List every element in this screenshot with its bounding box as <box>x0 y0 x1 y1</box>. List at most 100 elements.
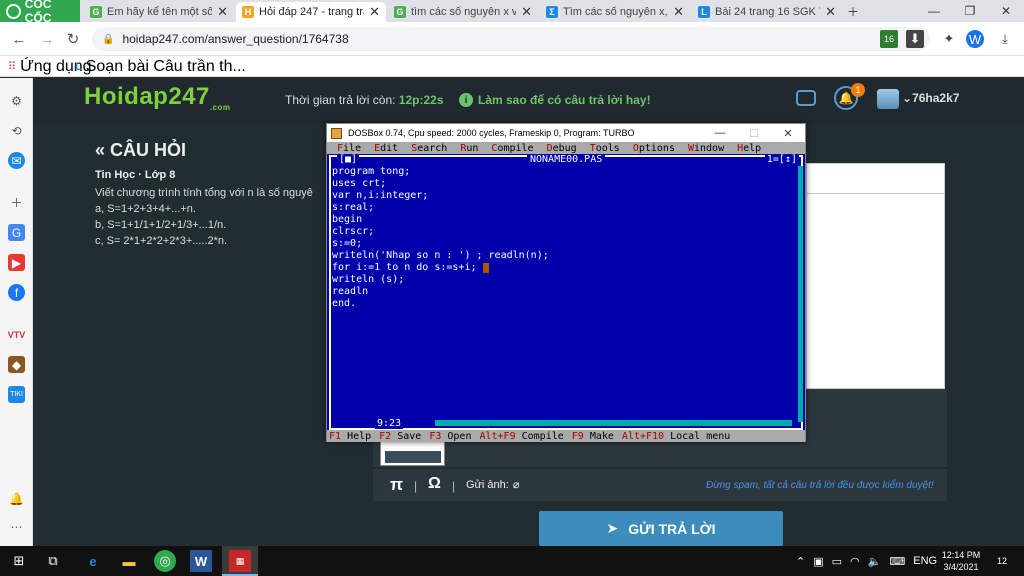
answer-editor-area[interactable] <box>806 163 945 389</box>
status-compile[interactable]: Alt+F9 Compile <box>479 431 563 442</box>
vertical-scrollbar[interactable] <box>798 166 803 422</box>
apps-grid-icon: ⠿ <box>8 61 17 73</box>
keyboard-icon[interactable]: ⌨ <box>889 555 905 568</box>
url-text: hoidap247.com/answer_question/1764738 <box>122 32 349 46</box>
tab-close-icon[interactable]: ✕ <box>521 4 532 20</box>
menu-debug[interactable]: Debug <box>547 143 577 154</box>
menu-run[interactable]: Run <box>460 143 478 154</box>
status-save[interactable]: F2 Save <box>379 431 421 442</box>
new-tab-icon[interactable]: ＋ <box>842 0 864 22</box>
wifi-icon[interactable]: ◠ <box>850 555 860 568</box>
menu-edit[interactable]: Edit <box>374 143 398 154</box>
facebook-icon[interactable]: f <box>8 284 25 301</box>
menu-label: ptions <box>638 142 675 154</box>
status-local-menu[interactable]: Alt+F10 Local menu <box>622 431 730 442</box>
vtv-icon[interactable]: VTV <box>8 326 26 343</box>
dosbox-minimize-icon[interactable]: — <box>705 124 735 142</box>
tab-close-icon[interactable]: ✕ <box>369 4 380 20</box>
editor-window-number[interactable]: 1=[↕] <box>764 154 799 165</box>
notification-bell-icon[interactable]: 🔔 <box>8 490 25 507</box>
menu-help[interactable]: Help <box>737 143 761 154</box>
question-heading[interactable]: « CÂU HỎI <box>95 140 186 161</box>
youtube-icon[interactable]: ▶ <box>8 254 25 271</box>
file-explorer-icon[interactable]: ▬ <box>118 550 140 572</box>
chevron-up-icon[interactable]: ⌃ <box>796 555 805 568</box>
action-center-count: 12 <box>996 556 1007 566</box>
question-subject: Tin Học · Lớp 8 <box>95 169 176 181</box>
username-menu[interactable]: ⌄76ha2k7 <box>902 91 959 105</box>
language-indicator[interactable]: ENG <box>913 555 937 567</box>
status-help[interactable]: F1 Help <box>329 431 371 442</box>
coccoc-menu-button[interactable]: CỐC CỐC <box>0 0 80 25</box>
site-logo[interactable]: Hoidap247.com <box>84 83 231 112</box>
tray-app-icon[interactable]: ▣ <box>813 555 823 568</box>
volume-icon[interactable]: 🔈 <box>868 555 882 568</box>
forward-icon[interactable]: → <box>36 28 58 50</box>
edge-icon[interactable]: e <box>82 550 104 572</box>
special-char-omega-button[interactable]: Ω <box>428 475 441 493</box>
menu-tools[interactable]: Tools <box>590 143 620 154</box>
turbo-pascal-screen[interactable]: File Edit Search Run Compile Debug Tools… <box>327 142 805 442</box>
bookmark-soan-bai[interactable]: L Soạn bài Câu trần th... <box>75 58 246 75</box>
dosbox-window[interactable]: DOSBox 0.74, Cpu speed: 2000 cycles, Fra… <box>326 123 806 442</box>
translate-icon[interactable]: G <box>8 224 25 241</box>
tab-5[interactable]: L Bài 24 trang 16 SGK To ✕ <box>692 2 842 22</box>
menu-file[interactable]: File <box>337 143 361 154</box>
math-pi-button[interactable]: π <box>390 475 403 495</box>
extension-badge-icon[interactable]: 16 <box>880 30 898 48</box>
task-view-icon[interactable]: ⧉ <box>42 550 64 572</box>
settings-gear-icon[interactable]: ⚙ <box>8 92 25 109</box>
tab-favicon-icon: H <box>242 6 254 18</box>
tab-close-icon[interactable]: ✕ <box>217 4 228 20</box>
tab-3[interactable]: G tìm các số nguyên x và ✕ <box>388 2 538 22</box>
address-bar[interactable]: 🔒 hoidap247.com/answer_question/1764738 … <box>92 27 930 51</box>
tab-close-icon[interactable]: ✕ <box>673 4 684 20</box>
back-icon[interactable]: ← <box>8 28 30 50</box>
avatar[interactable] <box>877 89 899 109</box>
coccoc-taskbar-icon[interactable]: ◎ <box>154 550 176 572</box>
tiki-icon[interactable]: TIKI <box>8 386 25 403</box>
answer-hint-link[interactable]: i Làm sao để có câu trả lời hay! <box>459 93 651 107</box>
menu-window[interactable]: Window <box>688 143 724 154</box>
dosbox-maximize-icon[interactable]: ☐ <box>739 124 769 142</box>
horizontal-scrollbar[interactable] <box>435 420 792 426</box>
history-icon[interactable]: ⟲ <box>8 122 25 139</box>
tab-close-icon[interactable]: ✕ <box>825 4 836 20</box>
battery-icon[interactable]: ▭ <box>832 555 842 568</box>
profile-icon[interactable]: W <box>966 30 984 48</box>
send-image-button[interactable]: Gửi ảnh: ⌀ <box>466 478 519 492</box>
close-window-icon[interactable]: ✕ <box>988 0 1024 22</box>
messenger-icon[interactable]: ✉ <box>8 152 25 169</box>
game-icon[interactable]: ◆ <box>8 356 25 373</box>
menu-search[interactable]: Search <box>411 143 447 154</box>
pascal-source-code[interactable]: program tong; uses crt; var n,i:integer;… <box>332 166 549 310</box>
tab-label: tìm các số nguyên x và <box>411 6 517 18</box>
tab-1[interactable]: G Em hãy kể tên một số d ✕ <box>84 2 234 22</box>
badge-count: 16 <box>883 34 894 44</box>
submit-answer-button[interactable]: ➤ GỬI TRẢ LỜI <box>539 511 783 546</box>
restore-icon[interactable]: ❐ <box>952 0 988 22</box>
taskbar-clock[interactable]: 12:14 PM 3/4/2021 <box>938 549 984 573</box>
add-sidebar-icon[interactable]: ＋ <box>8 194 25 211</box>
action-center-icon[interactable]: 12 <box>992 551 1012 571</box>
download-ext-icon[interactable]: ⬇ <box>906 30 924 48</box>
minimize-icon[interactable]: — <box>916 0 952 22</box>
editor-close-marker[interactable]: [■] <box>337 154 360 165</box>
clock-date: 3/4/2021 <box>943 562 979 572</box>
reload-icon[interactable]: ↻ <box>62 28 84 50</box>
status-make[interactable]: F9 Make <box>572 431 614 442</box>
menu-compile[interactable]: Compile <box>491 143 533 154</box>
puzzle-extensions-icon[interactable]: ✦ <box>940 30 958 48</box>
menu-options[interactable]: Options <box>633 143 675 154</box>
status-open[interactable]: F3 Open <box>429 431 471 442</box>
logo-text: Hoidap247 <box>84 83 210 110</box>
downloads-icon[interactable]: ⤓ <box>996 30 1014 48</box>
windows-start-icon[interactable]: ⊞ <box>8 550 30 572</box>
chat-icon[interactable] <box>796 90 816 106</box>
username-label: 76ha2k7 <box>912 91 960 105</box>
word-icon[interactable]: W <box>190 550 212 572</box>
tab-2-active[interactable]: H Hỏi đáp 247 - trang tra ✕ <box>236 2 386 22</box>
dosbox-close-icon[interactable]: ✕ <box>773 124 803 142</box>
tab-4[interactable]: Σ Tìm các số nguyên x, y ✕ <box>540 2 690 22</box>
more-dots-icon[interactable]: ⋯ <box>8 518 25 535</box>
